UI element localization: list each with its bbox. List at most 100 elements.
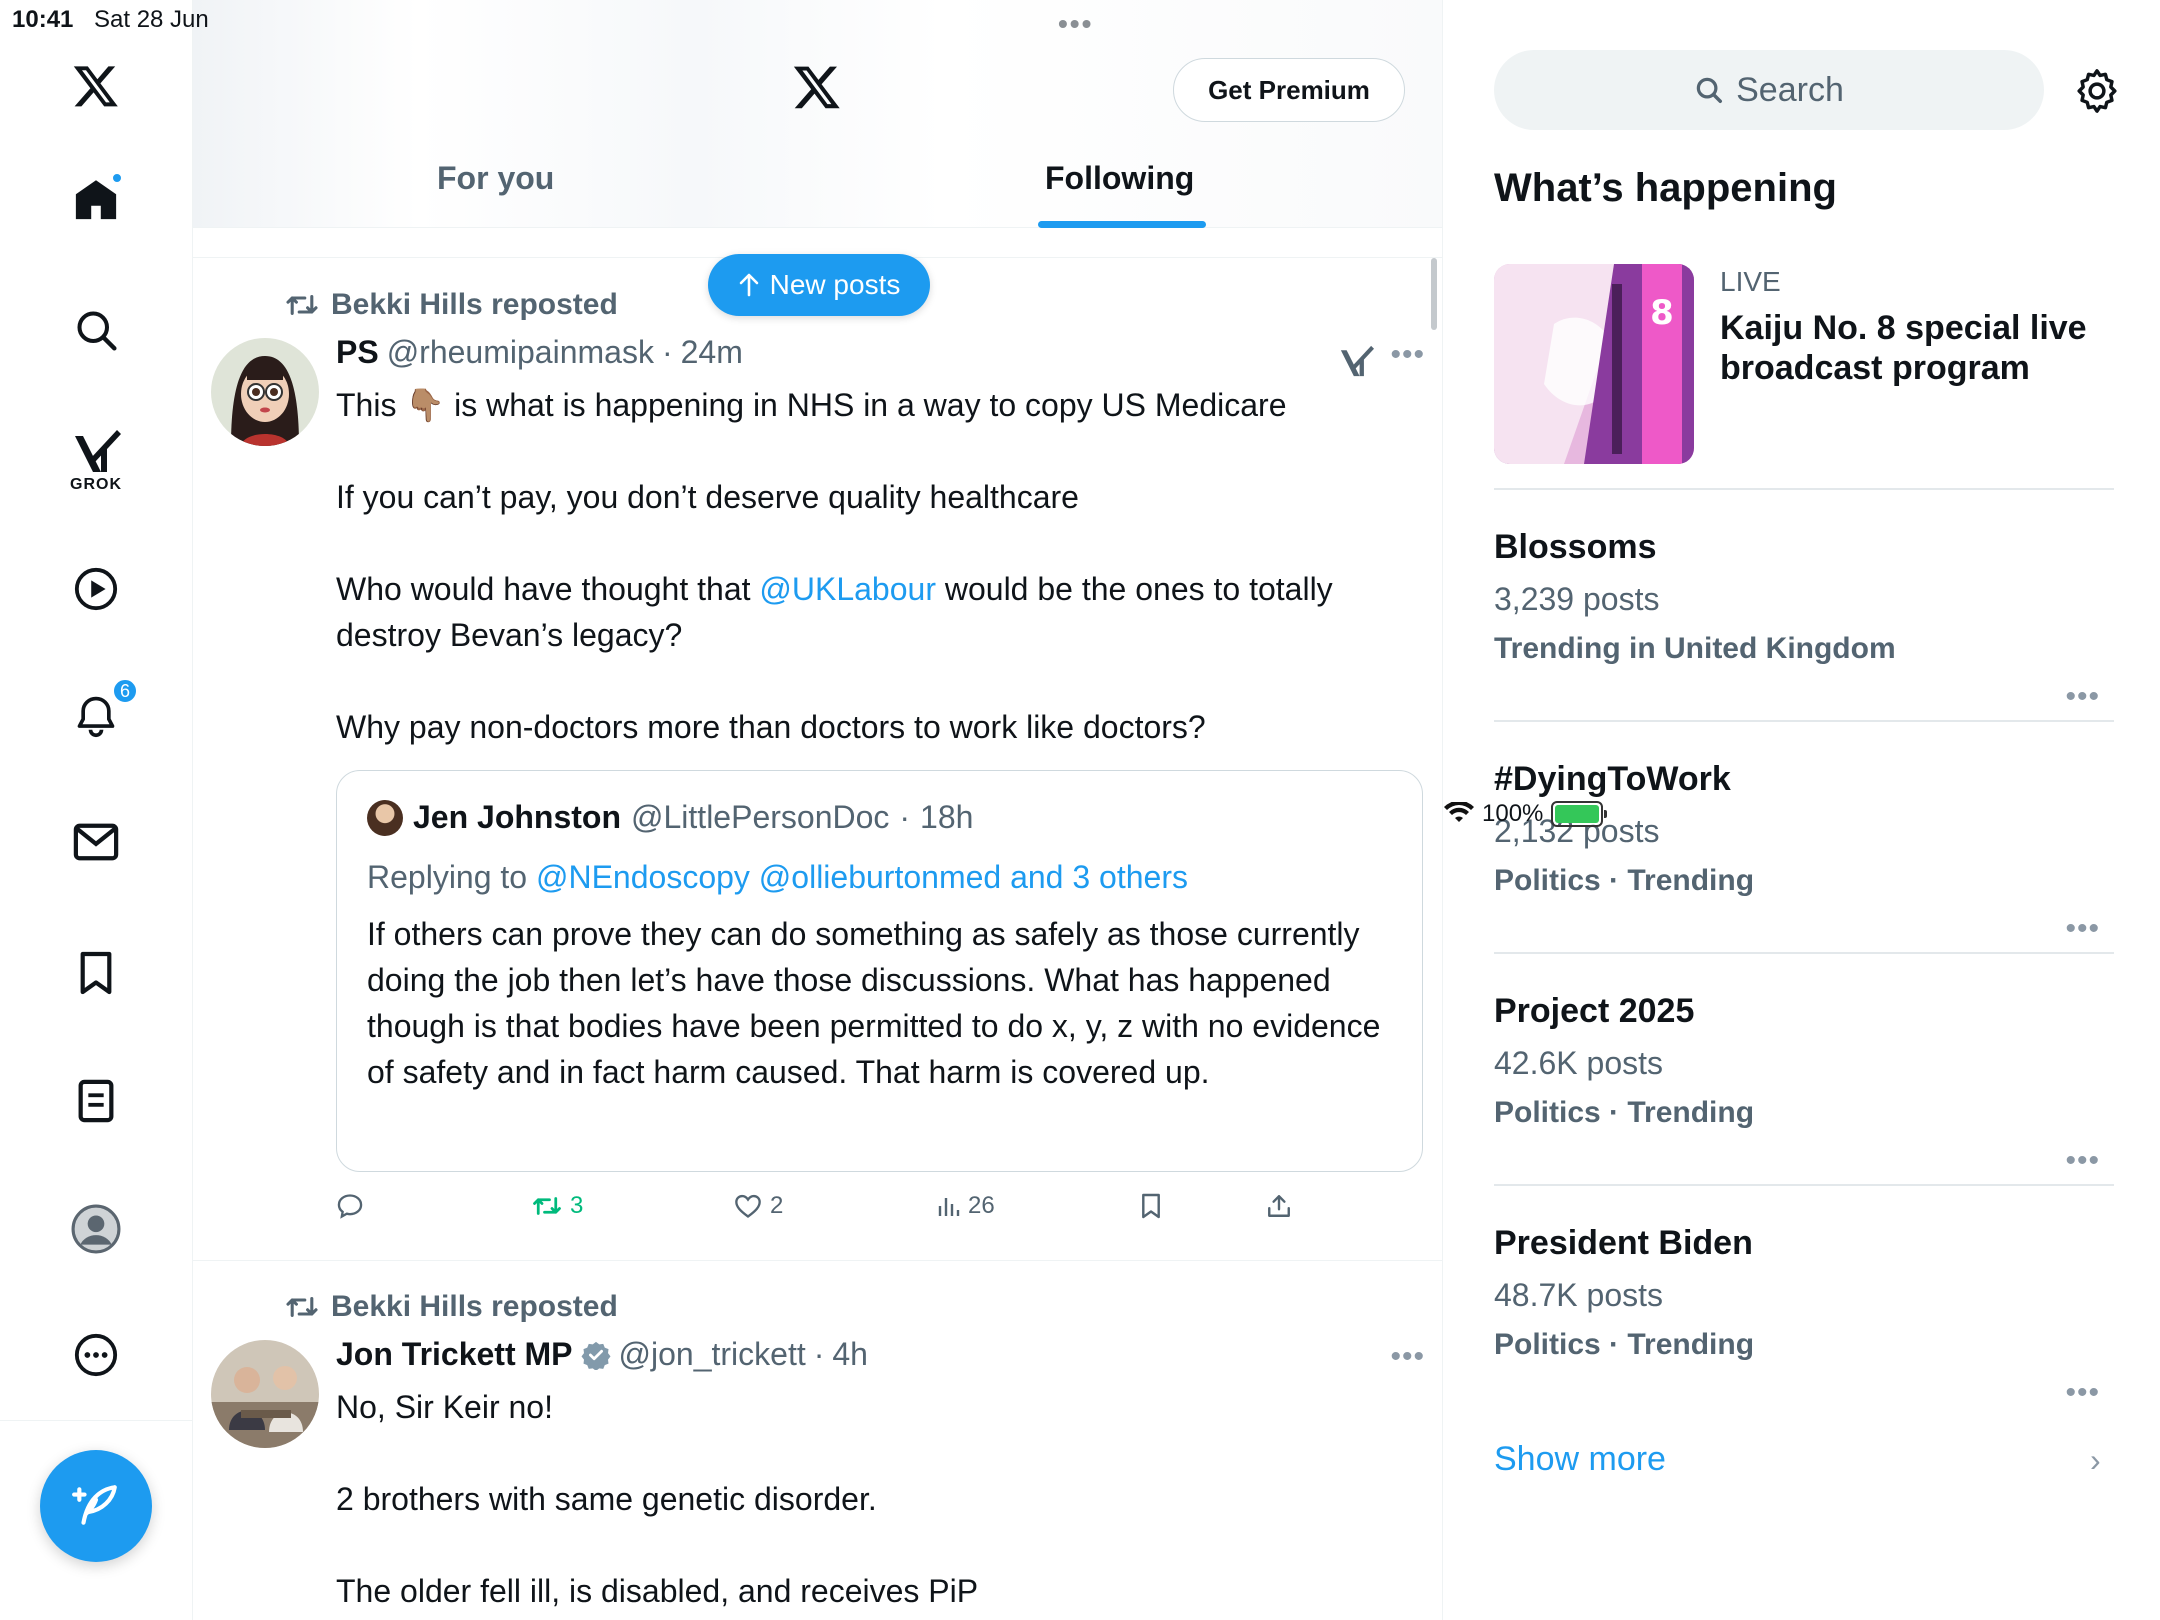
quote-header: Jen Johnston @LittlePersonDoc · 18h (367, 799, 973, 836)
bookmark-icon (1142, 1193, 1160, 1219)
bookmark-icon (80, 951, 112, 995)
home-timeline: Get Premium For you Following New posts … (193, 0, 1443, 1620)
share-icon (1268, 1195, 1290, 1217)
quote-time: 18h (920, 799, 974, 835)
search-icon (77, 311, 117, 351)
replying-to-label: Replying to (367, 859, 528, 895)
share-button[interactable] (1266, 1192, 1292, 1220)
post-text-segment: Who would have thought that (336, 571, 751, 607)
play-circle-icon (74, 567, 118, 611)
x-logo-icon[interactable] (71, 62, 121, 110)
nav-videos[interactable] (73, 566, 119, 612)
post-header: PS @rheumipainmask · 24m (336, 334, 743, 371)
status-right: 100% (1444, 4, 2160, 1620)
status-date: Sat 28 Jun (94, 6, 209, 33)
post-more-icon[interactable]: ••• (1390, 338, 1425, 372)
nav-grok[interactable]: GROK (70, 428, 122, 494)
views-button[interactable]: 26 (936, 1192, 995, 1220)
verified-badge-icon (581, 1341, 610, 1370)
wifi-icon (1444, 802, 1474, 822)
list-icon (78, 1079, 114, 1123)
more-circle-icon (74, 1333, 118, 1377)
new-posts-pill[interactable]: New posts (708, 254, 930, 316)
author-handle[interactable]: @jon_trickett (619, 1336, 806, 1373)
post-text-paragraph: 2 brothers with same genetic disorder. (336, 1481, 877, 1517)
quote-author-handle: @LittlePersonDoc (631, 799, 890, 835)
post-actions: 3 2 26 (336, 1192, 1376, 1232)
grok-label: GROK (70, 476, 122, 493)
nav-explore[interactable] (74, 308, 118, 352)
nav-bookmarks[interactable] (77, 950, 115, 996)
tab-following[interactable]: Following (1045, 160, 1194, 197)
post-text-segment: This (336, 387, 397, 423)
notifications-badge: 6 (112, 678, 138, 704)
active-tab-indicator (1038, 221, 1206, 228)
battery-percent: 100% (1482, 800, 1544, 827)
quoted-post[interactable]: Jen Johnston @LittlePersonDoc · 18h Repl… (336, 770, 1423, 1172)
author-name[interactable]: Jon Trickett MP (336, 1336, 573, 1373)
post-text-paragraph: Why pay non-doctors more than doctors to… (336, 709, 1206, 745)
replying-to-mentions[interactable]: @NEndoscopy @ollieburtonmed and 3 others (536, 859, 1188, 895)
avatar (367, 799, 403, 836)
mail-icon (73, 823, 119, 861)
avatar[interactable] (211, 1340, 319, 1448)
tab-for-you[interactable]: For you (437, 160, 554, 197)
post-more-icon[interactable]: ••• (1390, 1340, 1425, 1374)
post-text-paragraph: No, Sir Keir no! (336, 1389, 553, 1425)
repost-by-label: Bekki Hills reposted (331, 288, 618, 321)
dot-separator: · (813, 1336, 825, 1372)
post-text-paragraph: If you can’t pay, you don’t deserve qual… (336, 479, 1079, 515)
multitasking-dots-icon[interactable]: ••• (1058, 8, 1093, 40)
post-time[interactable]: 24m (681, 334, 743, 371)
quote-author-name: Jen Johnston (413, 799, 622, 835)
repost-icon (286, 1297, 318, 1317)
repost-icon (533, 1197, 561, 1215)
nav-more[interactable] (73, 1332, 119, 1378)
post-item[interactable]: Bekki Hills reposted PS @rheumipainmask … (193, 258, 1442, 1260)
like-button[interactable]: 2 (734, 1192, 783, 1220)
nav-notifications[interactable]: 6 (74, 678, 138, 740)
x-logo-icon (793, 66, 840, 109)
arrow-up-icon (739, 273, 758, 297)
author-name[interactable]: PS (336, 334, 379, 371)
nav-profile[interactable] (71, 1204, 121, 1254)
repost-by-label: Bekki Hills reposted (331, 1290, 618, 1323)
repost-count: 3 (570, 1192, 584, 1219)
post-text-paragraph: The older fell ill, is disabled, and rec… (336, 1573, 979, 1609)
author-handle[interactable]: @rheumipainmask (387, 334, 654, 371)
battery-icon (1551, 801, 1608, 827)
nav-messages[interactable] (73, 822, 119, 862)
repost-indicator: Bekki Hills reposted (285, 1290, 618, 1324)
bell-icon: 6 (74, 678, 138, 740)
emoji-pointing-down: 👇🏽 (405, 387, 446, 423)
rail-divider (0, 1420, 193, 1421)
quote-text: If others can prove they can do somethin… (367, 916, 1381, 1090)
post-header: Jon Trickett MP @jon_trickett · 4h (336, 1336, 868, 1373)
dot-separator: · (661, 334, 673, 370)
bookmark-button[interactable] (1140, 1192, 1162, 1220)
avatar[interactable] (211, 338, 319, 446)
compose-feather-icon (72, 1485, 117, 1525)
status-time: 10:41 (12, 6, 74, 33)
reply-button[interactable] (336, 1192, 364, 1220)
views-count: 26 (968, 1192, 995, 1219)
nav-lists[interactable] (76, 1078, 116, 1124)
grok-icon[interactable] (1338, 344, 1374, 378)
mention-link[interactable]: @UKLabour (759, 571, 936, 607)
post-body: No, Sir Keir no! 2 brothers with same ge… (336, 1384, 1396, 1620)
left-nav-rail: GROK 6 (0, 0, 193, 1620)
post-item[interactable]: Bekki Hills reposted Jon Trickett MP @jo… (193, 1260, 1442, 1620)
post-body: This 👇🏽 is what is happening in NHS in a… (336, 382, 1396, 796)
like-count: 2 (770, 1192, 784, 1219)
views-bar-chart-icon (938, 1198, 960, 1216)
heart-icon (735, 1194, 761, 1218)
compose-post-button[interactable] (40, 1450, 152, 1562)
get-premium-button[interactable]: Get Premium (1173, 58, 1405, 122)
replying-to-line: Replying to @NEndoscopy @ollieburtonmed … (367, 859, 1188, 896)
repost-button[interactable]: 3 (532, 1192, 583, 1220)
avatar-icon (71, 1204, 121, 1254)
status-bar: 10:41 Sat 28 Jun ••• 100% (0, 0, 2160, 827)
home-unread-dot (111, 172, 123, 184)
nav-home[interactable] (73, 172, 123, 224)
post-time[interactable]: 4h (832, 1336, 868, 1373)
